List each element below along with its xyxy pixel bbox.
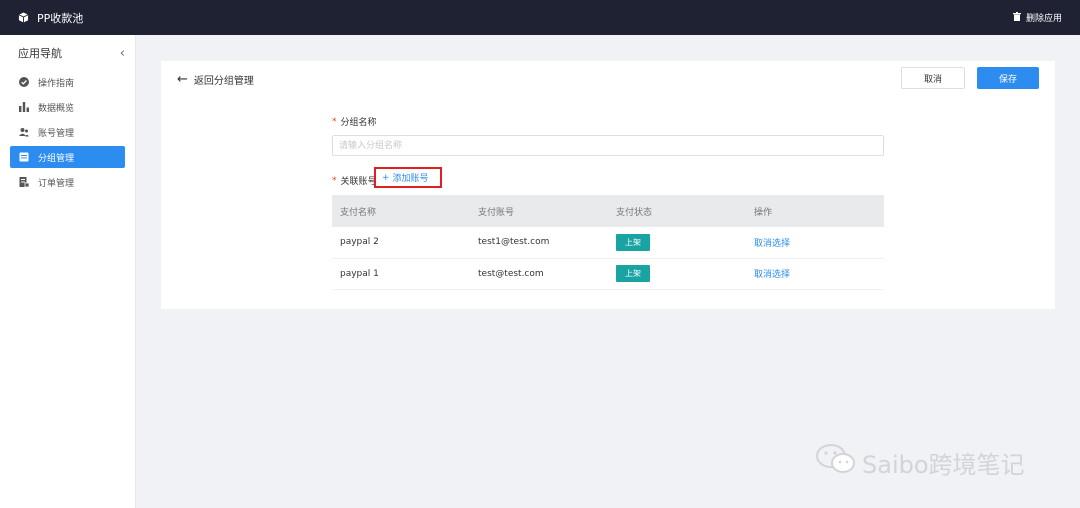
pay-status-cell: 上架 [608,258,746,289]
sidebar-item-orders[interactable]: 订单管理 [10,171,125,193]
group-edit-card: ← 返回分组管理 取消 保存 * 分组名称 * 关联账号 + 添加账号 支付名称… [161,61,1055,309]
table-header-row: 支付名称 支付账号 支付状态 操作 [332,195,884,227]
order-icon [18,177,29,188]
add-account-button[interactable]: + 添加账号 [374,167,442,188]
group-name-input[interactable] [332,135,884,156]
table-row: paypal 2 test1@test.com 上架 取消选择 [332,227,884,258]
cancel-button[interactable]: 取消 [901,67,965,89]
sidebar-item-label: 操作指南 [38,78,75,89]
action-cell: 取消选择 [746,227,884,258]
save-button[interactable]: 保存 [977,67,1039,89]
trash-icon [1012,11,1021,24]
pay-name-cell: paypal 2 [340,237,379,248]
wechat-icon [816,443,856,481]
sidebar-item-guide[interactable]: 操作指南 [10,71,125,93]
sidebar-item-label: 订单管理 [38,178,75,189]
sidebar-item-groups[interactable]: 分组管理 [10,146,125,168]
sidebar-header: 应用导航 ‹ [0,35,135,71]
action-cell: 取消选择 [746,258,884,289]
arrow-left-icon: ← [177,72,188,87]
table-row: paypal 1 test@test.com 上架 取消选择 [332,258,884,289]
sidebar-item-overview[interactable]: 数据概览 [10,96,125,118]
group-icon [18,152,29,163]
top-bar: PP收款池 删除应用 [0,0,1080,35]
required-asterisk: * [332,116,337,127]
pay-name-cell: paypal 1 [340,268,379,279]
brand: PP收款池 [18,10,83,26]
status-badge: 上架 [616,265,650,282]
sidebar-item-label: 分组管理 [38,153,75,164]
column-header: 操作 [754,207,773,218]
collapse-chevron-icon[interactable]: ‹ [120,46,125,61]
deselect-link[interactable]: 取消选择 [754,239,790,249]
back-label: 返回分组管理 [193,76,254,87]
pay-account-cell: test@test.com [478,268,544,279]
sidebar: 应用导航 ‹ 操作指南 数据概览 账号管理 分组管理 订单管理 [0,35,136,508]
watermark: Saibo跨境笔记 [816,443,1025,481]
group-name-label: * 分组名称 [332,116,377,129]
users-icon [18,127,29,138]
cube-icon [18,12,29,23]
deselect-link[interactable]: 取消选择 [754,270,790,280]
sidebar-title: 应用导航 [18,47,62,60]
status-badge: 上架 [616,233,650,251]
linked-accounts-table: 支付名称 支付账号 支付状态 操作 paypal 2 test1@test.co… [332,195,884,290]
add-account-label: 添加账号 [392,174,429,184]
pay-account-cell: test1@test.com [478,237,550,248]
back-link[interactable]: ← 返回分组管理 [177,72,254,87]
column-header: 支付状态 [616,207,653,218]
required-asterisk: * [332,175,337,186]
linked-accounts-label: * 关联账号 [332,175,377,188]
check-circle-icon [18,77,29,88]
sidebar-item-label: 数据概览 [38,103,75,114]
app-title: PP收款池 [37,11,84,25]
watermark-text: Saibo跨境笔记 [862,450,1025,479]
pay-status-cell: 上架 [608,227,746,258]
bar-chart-icon [18,102,29,113]
sidebar-item-accounts[interactable]: 账号管理 [10,121,125,143]
column-header: 支付账号 [478,207,515,218]
delete-app-button[interactable]: 删除应用 [1012,11,1062,24]
sidebar-item-label: 账号管理 [38,128,75,139]
plus-icon: + [382,172,390,183]
column-header: 支付名称 [340,207,377,218]
delete-app-label: 删除应用 [1025,14,1062,24]
